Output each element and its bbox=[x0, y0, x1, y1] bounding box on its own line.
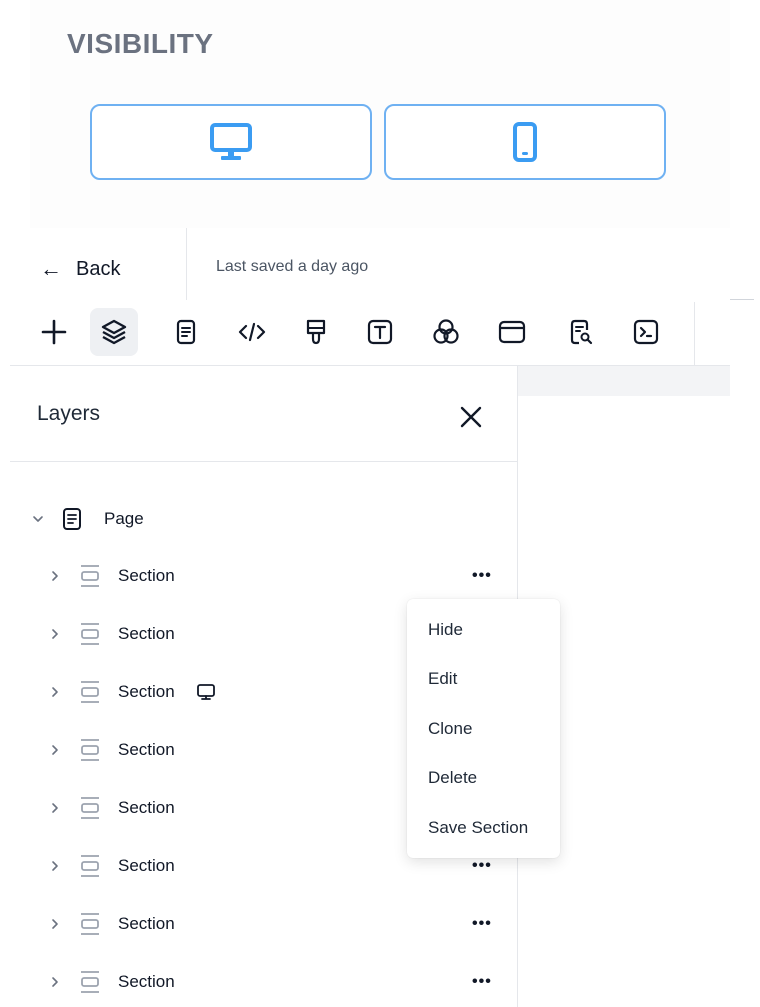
color-circles-icon bbox=[433, 319, 459, 344]
menu-item-save-section[interactable]: Save Section bbox=[428, 818, 528, 838]
tree-row-page[interactable]: Page bbox=[10, 499, 518, 539]
toolbar-divider bbox=[694, 302, 695, 366]
brush-icon bbox=[306, 319, 326, 345]
tree-row-label: Section bbox=[118, 914, 175, 933]
more-options-button[interactable]: ••• bbox=[472, 973, 492, 991]
toolbar bbox=[30, 302, 694, 364]
chevron-right-icon[interactable] bbox=[48, 743, 62, 757]
terminal-icon bbox=[633, 319, 659, 345]
visibility-title: VISIBILITY bbox=[67, 28, 214, 59]
section-icon bbox=[78, 911, 102, 937]
layers-button[interactable] bbox=[90, 308, 138, 356]
back-label: Back bbox=[76, 257, 121, 280]
more-options-button[interactable]: ••• bbox=[472, 915, 492, 933]
menu-item-delete[interactable]: Delete bbox=[428, 768, 477, 788]
add-button[interactable] bbox=[30, 308, 78, 356]
tree-row-label: Section bbox=[118, 972, 175, 991]
chevron-right-icon[interactable] bbox=[48, 627, 62, 641]
desktop-icon bbox=[196, 682, 216, 707]
section-icon bbox=[78, 969, 102, 995]
arrow-left-icon: ← bbox=[40, 256, 62, 281]
chevron-right-icon[interactable] bbox=[48, 859, 62, 873]
colors-button[interactable] bbox=[422, 308, 470, 356]
chevron-right-icon[interactable] bbox=[48, 917, 62, 931]
section-context-menu: Hide Edit Clone Delete Save Section bbox=[407, 599, 560, 858]
tree-row-label: Section bbox=[118, 798, 175, 817]
plus-icon bbox=[41, 319, 67, 345]
section-icon bbox=[78, 737, 102, 763]
close-icon bbox=[460, 406, 482, 428]
tree-row-label: Section bbox=[118, 624, 175, 643]
chevron-right-icon[interactable] bbox=[48, 569, 62, 583]
tree-row-label: Section bbox=[118, 566, 175, 585]
style-button[interactable] bbox=[292, 308, 340, 356]
layers-separator bbox=[10, 461, 518, 462]
document-icon bbox=[176, 319, 196, 345]
window-icon bbox=[498, 320, 526, 344]
layout-button[interactable] bbox=[488, 308, 536, 356]
page-document-icon bbox=[62, 507, 82, 531]
canvas-top-strip bbox=[518, 366, 730, 396]
section-icon bbox=[78, 563, 102, 589]
section-icon bbox=[78, 679, 102, 705]
chevron-down-icon[interactable] bbox=[31, 512, 45, 526]
visibility-desktop-button[interactable] bbox=[90, 104, 372, 180]
tree-row-label: Section bbox=[118, 740, 175, 759]
layers-title: Layers bbox=[37, 402, 101, 425]
tree-row-section[interactable]: Section ••• bbox=[10, 556, 518, 596]
section-icon bbox=[78, 795, 102, 821]
visibility-panel: VISIBILITY bbox=[30, 0, 730, 228]
more-options-button[interactable]: ••• bbox=[472, 857, 492, 875]
typography-button[interactable] bbox=[356, 308, 404, 356]
header-divider-right bbox=[730, 299, 754, 300]
menu-item-clone[interactable]: Clone bbox=[428, 719, 472, 739]
layers-close-button[interactable] bbox=[456, 402, 486, 432]
header-divider bbox=[186, 228, 187, 300]
console-button[interactable] bbox=[622, 308, 670, 356]
text-icon bbox=[367, 319, 393, 345]
mobile-icon bbox=[513, 122, 537, 162]
tree-row-label: Section bbox=[118, 856, 175, 875]
tree-row-section[interactable]: Section ••• bbox=[10, 904, 518, 944]
menu-item-hide[interactable]: Hide bbox=[428, 620, 463, 640]
back-button[interactable]: ← Back bbox=[40, 254, 120, 284]
desktop-icon bbox=[210, 123, 252, 160]
layers-icon bbox=[101, 319, 127, 345]
last-saved-status: Last saved a day ago bbox=[216, 258, 369, 275]
pages-button[interactable] bbox=[162, 308, 210, 356]
document-search-icon bbox=[570, 319, 593, 345]
section-icon bbox=[78, 621, 102, 647]
code-button[interactable] bbox=[228, 308, 276, 356]
tree-row-label: Page bbox=[104, 509, 144, 528]
chevron-right-icon[interactable] bbox=[48, 685, 62, 699]
more-options-button[interactable]: ••• bbox=[472, 567, 492, 585]
tree-row-label: Section bbox=[118, 682, 175, 701]
code-icon bbox=[238, 322, 266, 342]
chevron-right-icon[interactable] bbox=[48, 801, 62, 815]
visibility-mobile-button[interactable] bbox=[384, 104, 666, 180]
seo-button[interactable] bbox=[556, 308, 604, 356]
tree-row-section[interactable]: Section ••• bbox=[10, 962, 518, 1002]
menu-item-edit[interactable]: Edit bbox=[428, 669, 457, 689]
section-icon bbox=[78, 853, 102, 879]
chevron-right-icon[interactable] bbox=[48, 975, 62, 989]
